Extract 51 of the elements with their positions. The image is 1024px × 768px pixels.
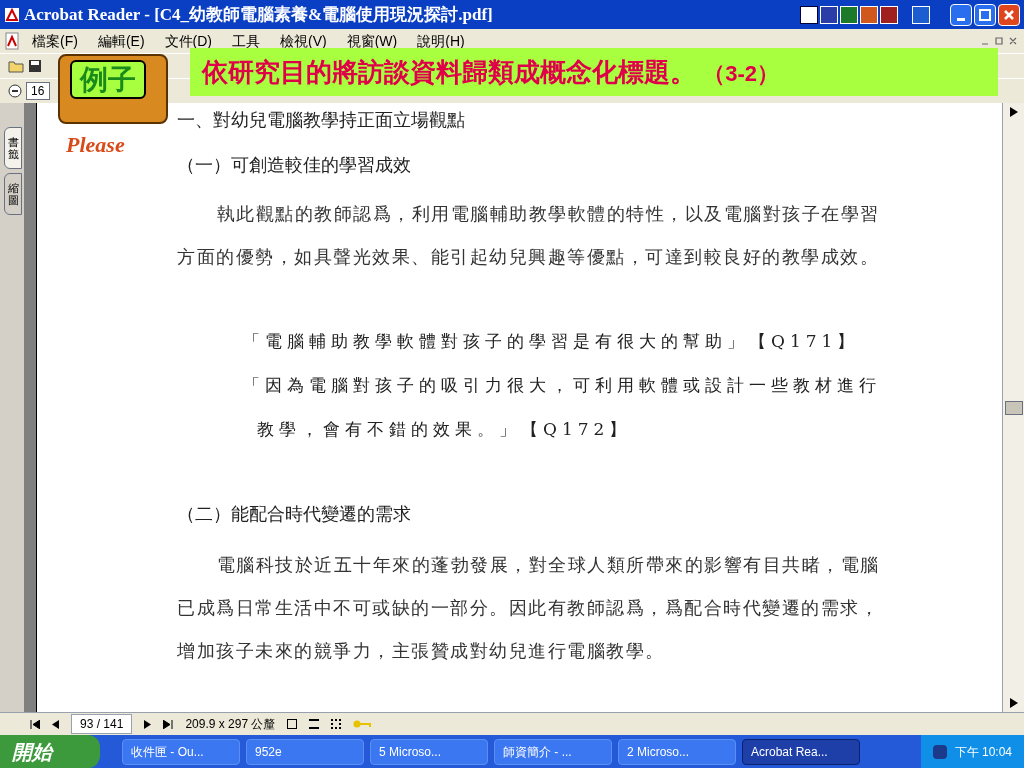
please-caption: Please [66,131,125,159]
close-button[interactable] [998,3,1020,26]
taskbar-button[interactable]: 2 Microso... [618,738,736,765]
save-icon[interactable] [28,59,42,73]
taskbar-button[interactable]: 952e [246,738,364,765]
page-field[interactable]: 93 / 141 [71,714,133,734]
zoom-field[interactable]: 16 [26,82,50,100]
first-page-icon[interactable] [30,719,40,729]
scroll-arrow-icon[interactable] [1009,107,1018,117]
pdf-icon [4,32,20,50]
menu-item[interactable]: 文件(D) [156,30,220,52]
scroll-thumb[interactable] [1004,400,1023,415]
side-tab[interactable]: 書籤 [4,127,22,170]
minimize-button[interactable] [950,3,972,26]
taskbar-button[interactable]: 師資簡介 - ... [494,738,612,765]
interview-quote: 「電腦輔助教學軟體對孩子的學習是有很大的幫助」【Q171】 [242,330,861,353]
maximize-button[interactable] [974,3,996,26]
section-heading: （一）可創造較佳的學習成效 [177,154,412,177]
window-title: Acrobat Reader - [C4_幼教師電腦素養&電腦使用現況探討.pdf] [24,3,493,26]
side-tab[interactable]: 縮圖 [4,173,22,216]
single-page-icon[interactable] [287,719,298,729]
pdf-icon [4,6,20,23]
clock: 下午 10:04 [954,743,1012,761]
close-icon [1003,8,1015,21]
menu-item[interactable]: 檔案(F) [24,30,86,52]
menu-item[interactable]: 工具 [224,30,268,52]
section-heading: 一、對幼兒電腦教學持正面立場觀點 [177,109,466,132]
menu-item[interactable]: 編輯(E) [89,30,153,52]
menu-item[interactable]: 說明(H) [409,30,473,52]
continuous-icon[interactable] [309,719,320,729]
taskbar-button[interactable]: Acrobat Rea... [742,738,860,765]
folder-icon[interactable] [8,59,24,73]
example-label: 例子 [70,60,146,99]
scroll-arrow-icon[interactable] [1009,698,1018,708]
body-paragraph: 電腦科技於近五十年來的蓬勃發展，對全球人類所帶來的影響有目共睹，電腦已成爲日常生活中不可或缺的一部分。因此有教師認爲，爲配合時代變遷的需求，增加孩子未來的競爭力，主張贊成對幼兒進行電腦教學。 [177,554,881,663]
taskbar-button[interactable]: 5 Microso... [370,738,488,765]
interview-quote: 「因為電腦對孩子的吸引力很大，可利用軟體或設計一些教材進行教學，會有不錯的效果。」【Q172】 [242,374,882,441]
prev-page-icon[interactable] [52,719,59,729]
body-paragraph: 執此觀點的教師認爲，利用電腦輔助教學軟體的特性，以及電腦對孩子在學習方面的優勢，如具聲光效果、能引起幼兒興趣等優點，可達到較良好的教學成效。 [177,203,881,269]
app-icon[interactable] [800,5,818,24]
page-size: 209.9 x 297 公釐 [185,716,276,733]
last-page-icon[interactable] [163,719,174,729]
menu-item[interactable]: 視窗(W) [338,30,406,52]
start-button[interactable]: 開始 [0,735,100,768]
zoom-out-icon[interactable] [8,84,22,98]
grid-icon[interactable] [331,719,342,729]
vertical-scrollbar[interactable] [1002,103,1024,712]
next-page-icon[interactable] [144,719,152,729]
taskbar-button[interactable]: 收件匣 - Ou... [122,738,240,765]
section-heading: （二）能配合時代變遷的需求 [177,503,412,526]
banner-title: 依研究目的將訪談資料歸類成概念化標題。 （3-2） [202,55,780,89]
